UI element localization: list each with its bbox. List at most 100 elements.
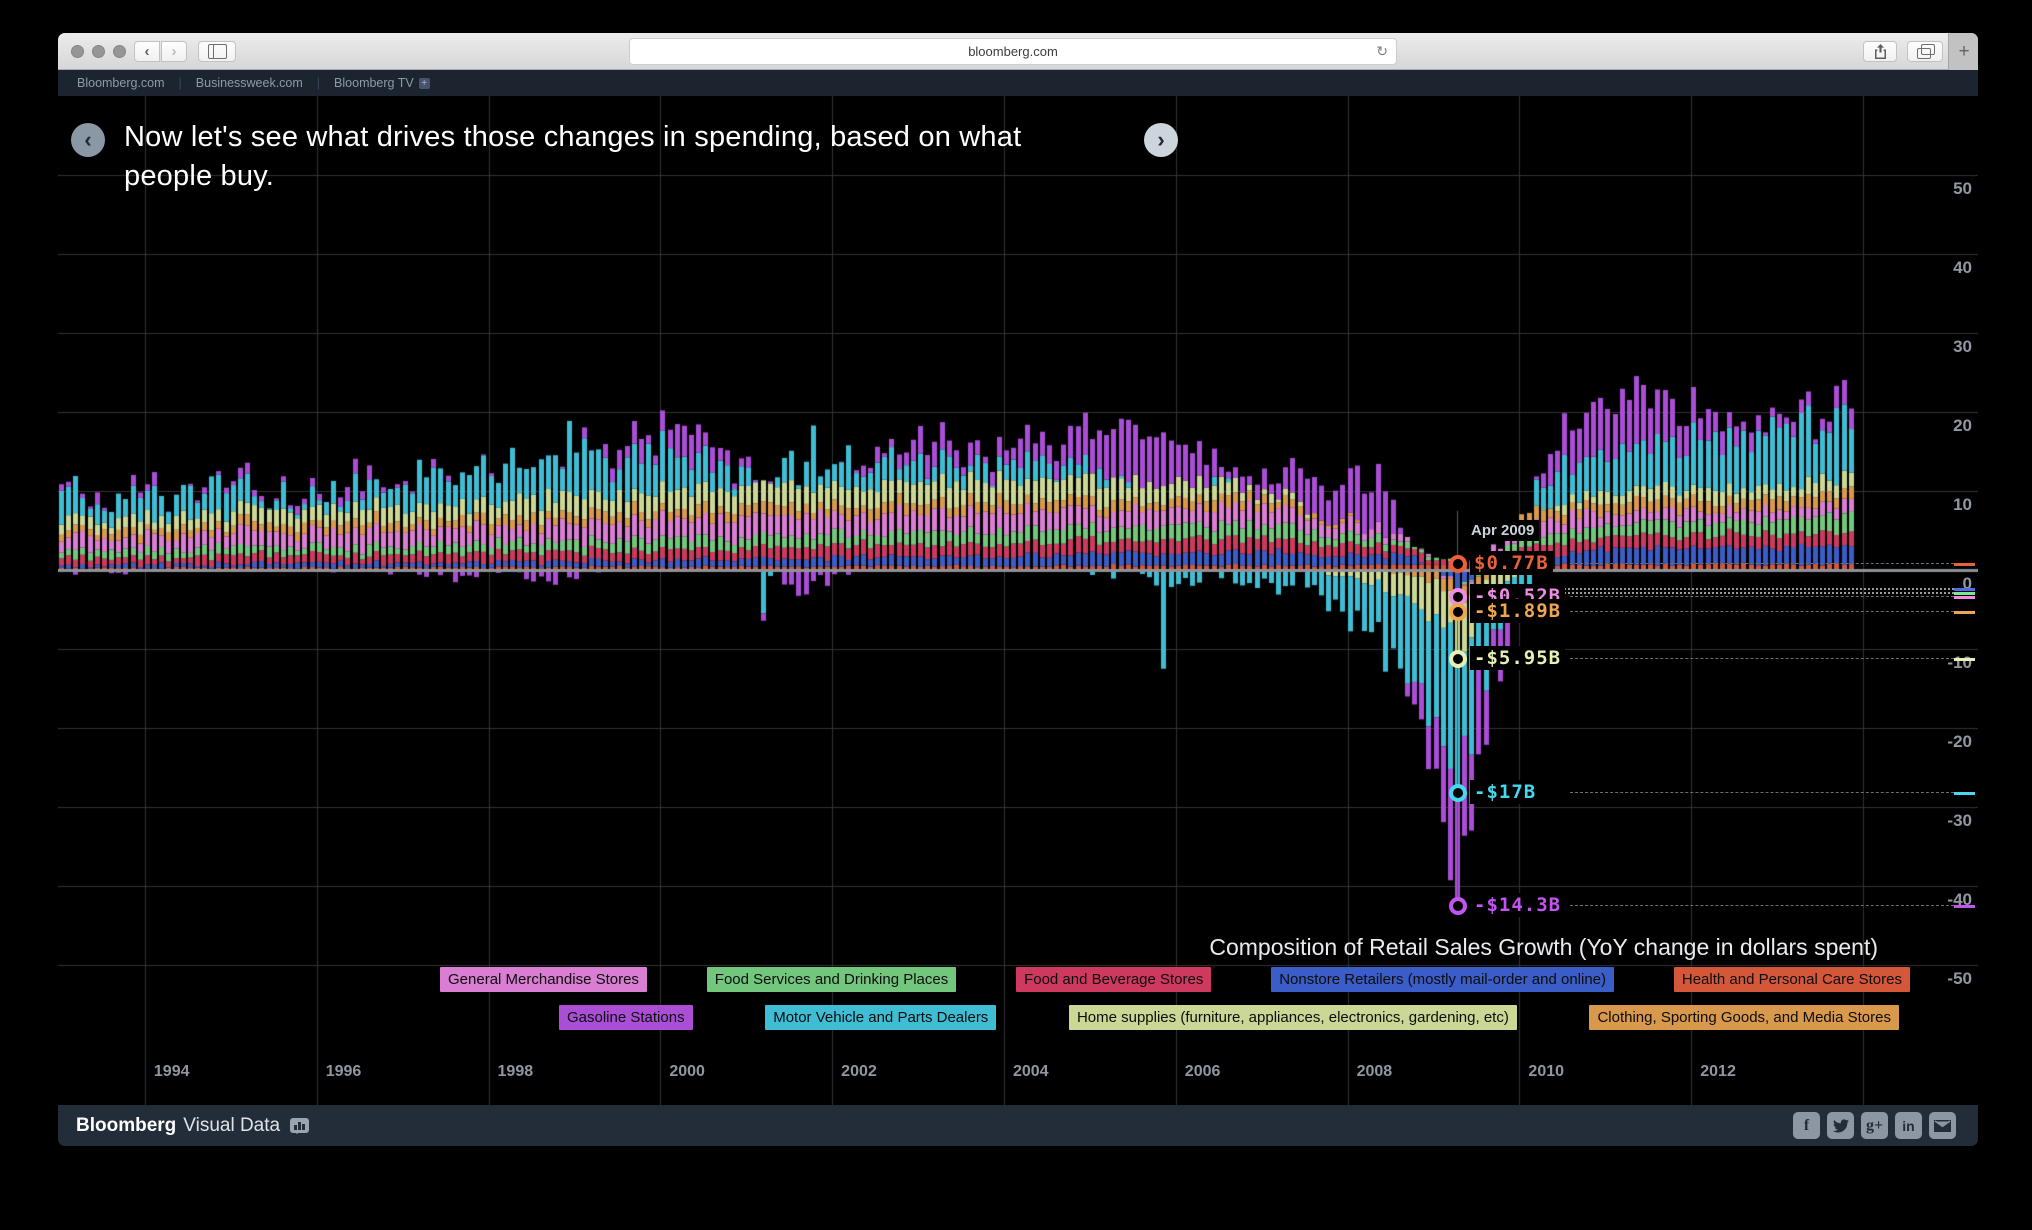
- forward-button[interactable]: ›: [161, 41, 187, 62]
- brand-bloomberg: Bloomberg: [76, 1115, 176, 1137]
- x-axis-tick-label: 2008: [1357, 1063, 1393, 1081]
- tabs-icon: [1917, 48, 1931, 59]
- chart-title: Composition of Retail Sales Growth (YoY …: [1209, 934, 1878, 961]
- back-button[interactable]: ‹: [134, 41, 160, 62]
- x-axis-tick-label: 2002: [841, 1063, 877, 1081]
- share-button[interactable]: [1863, 41, 1897, 62]
- footer-brand: Bloomberg Visual Data: [76, 1115, 309, 1137]
- new-tab-button[interactable]: +: [1948, 33, 1978, 70]
- address-bar[interactable]: bloomberg.com ↻: [629, 38, 1397, 65]
- x-axis-tick-label: 2010: [1528, 1063, 1564, 1081]
- legend-row-2: Gasoline Stations Motor Vehicle and Parts…: [559, 1005, 1899, 1030]
- edge-tick-genmerch: [1954, 596, 1975, 599]
- visual-data-chart-bubble-icon: [290, 1118, 309, 1133]
- callout-marker-motor: [1449, 784, 1467, 802]
- chevron-left-icon: ‹: [84, 127, 91, 153]
- forward-chevron-icon: ›: [172, 43, 177, 60]
- x-axis-tick-label: 1998: [498, 1063, 534, 1081]
- chart-area: ‹ Now let's see what drives those change…: [58, 96, 1978, 1105]
- minimize-window-button[interactable]: [92, 45, 105, 58]
- y-axis-tick-label: 20: [1912, 416, 1972, 436]
- callout-leader-motor: [1570, 792, 1954, 793]
- footer-bar: Bloomberg Visual Data f g+ in: [58, 1105, 1978, 1146]
- twitter-icon[interactable]: [1827, 1112, 1854, 1139]
- y-axis-tick-label: -30: [1912, 811, 1972, 831]
- email-icon[interactable]: [1929, 1112, 1956, 1139]
- x-axis-tick-label: 1994: [154, 1063, 190, 1081]
- legend-chip-homesup[interactable]: Home supplies (furniture, appliances, el…: [1069, 1005, 1517, 1030]
- brand-visual-data: Visual Data: [183, 1115, 280, 1137]
- edge-tick-homesup: [1954, 658, 1975, 661]
- callout-marker-clothing: [1449, 603, 1467, 621]
- callout-marker-health: [1449, 555, 1467, 573]
- callout-leader-gasoline: [1570, 905, 1954, 906]
- y-axis-tick-label: 30: [1912, 337, 1972, 357]
- callout-value-homesup: -$5.95B: [1470, 646, 1565, 670]
- legend-chip-nonstore[interactable]: Nonstore Retailers (mostly mail-order an…: [1271, 967, 1614, 992]
- share-icon: [1874, 44, 1887, 59]
- sidebar-icon: [208, 44, 227, 59]
- legend-chip-foodbev[interactable]: Food and Beverage Stores: [1016, 967, 1211, 992]
- chevron-right-icon: ›: [1157, 127, 1164, 153]
- site-nav: Bloomberg.com | Businessweek.com | Bloom…: [58, 70, 1978, 96]
- facebook-icon[interactable]: f: [1793, 1112, 1820, 1139]
- highlight-date-label: Apr 2009: [1466, 520, 1539, 541]
- y-axis-tick-label: 50: [1912, 179, 1972, 199]
- legend-chip-clothing[interactable]: Clothing, Sporting Goods, and Media Stor…: [1589, 1005, 1899, 1030]
- reload-icon[interactable]: ↻: [1376, 43, 1388, 60]
- callout-value-health: $0.77B: [1470, 551, 1553, 575]
- social-buttons: f g+ in: [1793, 1112, 1956, 1139]
- narrative-text: Now let's see what drives those changes …: [124, 118, 1109, 196]
- browser-toolbar: ‹ › bloomberg.com ↻ +: [58, 33, 1978, 70]
- previous-story-button[interactable]: ‹: [71, 123, 105, 157]
- y-axis-tick-label: 40: [1912, 258, 1972, 278]
- edge-tick-health: [1954, 563, 1975, 566]
- callout-leader-health: [1570, 563, 1954, 564]
- zoom-window-button[interactable]: [113, 45, 126, 58]
- callout-value-motor: -$17B: [1470, 780, 1540, 804]
- tab-overview-button[interactable]: [1907, 41, 1943, 62]
- back-chevron-icon: ‹: [145, 43, 150, 60]
- x-axis-tick-label: 2000: [669, 1063, 705, 1081]
- edge-tick-clothing: [1954, 611, 1975, 614]
- callout-leader-genmerch: [1570, 596, 1954, 597]
- callout-leader-nonstore: [1520, 588, 1954, 590]
- browser-window: ‹ › bloomberg.com ↻ + Bloomberg.com | Bu…: [58, 33, 1978, 1146]
- y-axis-tick-label: -10: [1912, 653, 1972, 673]
- edge-tick-motor: [1954, 792, 1975, 795]
- callout-value-gasoline: -$14.3B: [1470, 893, 1565, 917]
- linkedin-icon[interactable]: in: [1895, 1112, 1922, 1139]
- legend-chip-gasoline[interactable]: Gasoline Stations: [559, 1005, 693, 1030]
- callout-leader-homesup: [1570, 658, 1954, 659]
- edge-tick-gasoline: [1954, 905, 1975, 908]
- nav-link-bloomberg-tv[interactable]: Bloomberg TV: [334, 76, 414, 90]
- x-axis-tick-label: 2006: [1185, 1063, 1221, 1081]
- nav-separator: |: [179, 76, 182, 90]
- nav-separator: |: [317, 76, 320, 90]
- next-story-button[interactable]: ›: [1144, 123, 1178, 157]
- screen: { "browser": { "url": "bloomberg.com", "…: [0, 0, 2032, 1230]
- close-window-button[interactable]: [71, 45, 84, 58]
- y-axis-tick-label: 10: [1912, 495, 1972, 515]
- sidebar-button[interactable]: [198, 41, 236, 62]
- nav-link-bloomberg[interactable]: Bloomberg.com: [77, 76, 165, 90]
- edge-tick-nonstore: [1954, 588, 1975, 591]
- legend-chip-motor[interactable]: Motor Vehicle and Parts Dealers: [765, 1005, 996, 1030]
- expand-plus-icon[interactable]: +: [419, 78, 430, 89]
- legend-chip-genmerch[interactable]: General Merchandise Stores: [440, 967, 647, 992]
- y-axis-tick-label: -20: [1912, 732, 1972, 752]
- x-axis-tick-label: 1996: [326, 1063, 362, 1081]
- callout-marker-gasoline: [1449, 897, 1467, 915]
- callout-marker-homesup: [1449, 650, 1467, 668]
- plus-icon: +: [1958, 41, 1969, 63]
- edge-tick-foodserv: [1954, 592, 1975, 595]
- legend-chip-health[interactable]: Health and Personal Care Stores: [1674, 967, 1910, 992]
- callout-value-clothing: -$1.89B: [1470, 599, 1565, 623]
- google-plus-icon[interactable]: g+: [1861, 1112, 1888, 1139]
- legend-chip-foodserv[interactable]: Food Services and Drinking Places: [707, 967, 956, 992]
- nav-link-businessweek[interactable]: Businessweek.com: [196, 76, 303, 90]
- address-url: bloomberg.com: [968, 44, 1058, 59]
- callout-leader-clothing: [1570, 611, 1954, 612]
- y-axis-tick-label: -50: [1912, 969, 1972, 989]
- callout-leader-foodserv: [1520, 592, 1954, 594]
